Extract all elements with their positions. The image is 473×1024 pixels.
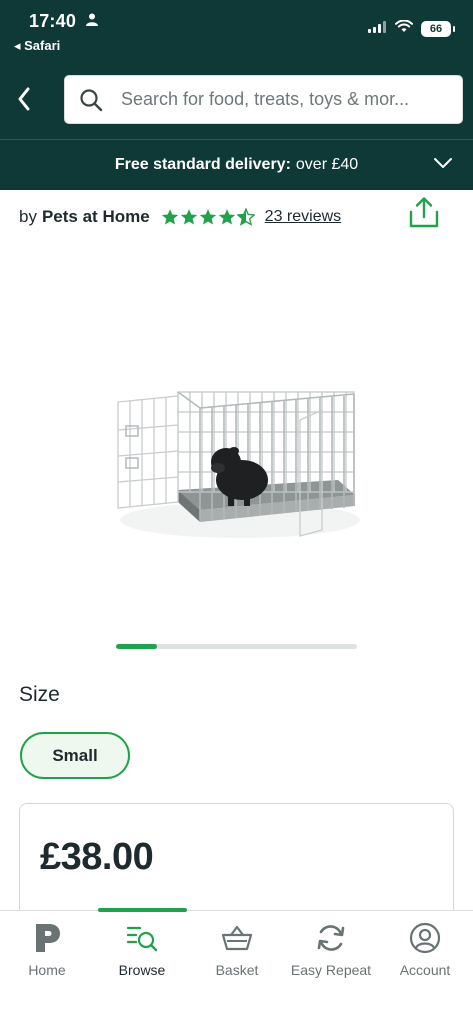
size-label: Size [19, 683, 60, 706]
product-price: £38.00 [40, 836, 154, 878]
wifi-icon [395, 19, 413, 38]
basket-icon [220, 921, 254, 955]
delivery-banner[interactable]: Free standard delivery: over £40 [0, 140, 473, 190]
back-button[interactable] [12, 84, 36, 114]
status-time: 17:40 [29, 11, 77, 31]
search-bar[interactable] [64, 75, 463, 124]
delivery-banner-text: over £40 [295, 156, 359, 173]
tab-home[interactable]: Home [0, 921, 94, 983]
star-rating [161, 208, 255, 226]
account-icon [408, 921, 442, 955]
star-icon [180, 209, 197, 225]
brand-name-link[interactable]: Pets at Home [42, 207, 150, 227]
tab-home-label: Home [28, 962, 66, 978]
active-tab-indicator [98, 908, 187, 912]
back-to-safari-link[interactable]: ◂ Safari [14, 38, 60, 54]
tab-browse-label: Browse [118, 962, 166, 978]
brand-rating-row: by Pets at Home 23 reviews [19, 203, 459, 231]
chevron-left-icon [18, 87, 30, 111]
image-carousel-progress [116, 644, 357, 649]
bottom-tab-bar: Home Browse Basket Easy Repeat Account [0, 908, 473, 1024]
tab-basket-label: Basket [215, 962, 259, 978]
chevron-down-icon[interactable] [433, 156, 453, 174]
image-carousel-progress-fill [116, 644, 157, 649]
signal-icon [368, 20, 387, 38]
status-indicators: 66 [368, 19, 455, 38]
tab-easy-repeat-label: Easy Repeat [290, 962, 372, 978]
tab-basket[interactable]: Basket [190, 921, 284, 983]
share-icon[interactable] [408, 196, 440, 230]
pets-at-home-logo-icon [30, 921, 64, 955]
battery-icon: 66 [421, 21, 455, 37]
star-icon [218, 209, 235, 225]
brand-by-label: by [19, 207, 37, 226]
half-star-icon [236, 208, 255, 226]
tab-account[interactable]: Account [378, 921, 472, 983]
product-image-dog-crate[interactable] [100, 330, 370, 570]
star-icon [161, 209, 178, 225]
tab-browse[interactable]: Browse [95, 921, 189, 983]
header: 17:40 ◂ Safari 66 Free standard delivery… [0, 0, 473, 190]
star-icon [199, 209, 216, 225]
delivery-banner-bold: Free standard delivery: [114, 156, 291, 173]
size-option-small[interactable]: Small [20, 732, 130, 779]
search-icon [79, 87, 105, 113]
search-input[interactable] [121, 89, 441, 110]
reviews-link[interactable]: 23 reviews [265, 208, 341, 226]
browse-search-icon [125, 921, 159, 955]
person-icon [86, 13, 98, 31]
repeat-icon [314, 921, 348, 955]
tab-account-label: Account [399, 962, 451, 978]
tab-easy-repeat[interactable]: Easy Repeat [284, 921, 378, 983]
status-bar: 17:40 ◂ Safari 66 [0, 0, 473, 62]
